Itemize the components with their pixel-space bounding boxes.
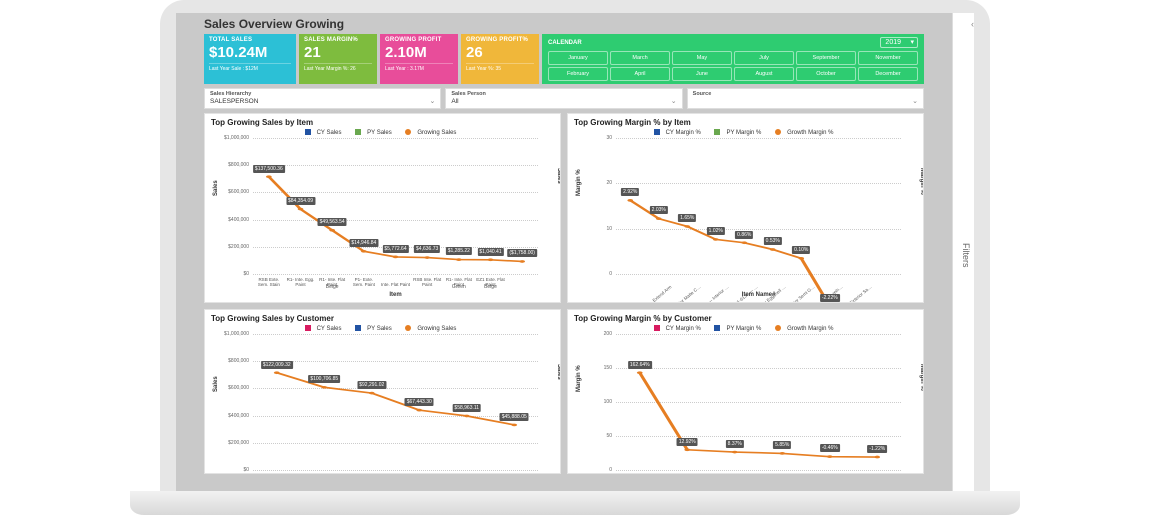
y2-axis-label: Growth Margin % [919, 364, 924, 392]
slicer-label: Sales Person [451, 91, 676, 97]
slicer-sales-hierarchy[interactable]: Sales Hierarchy SALESPERSON ⌄ [204, 88, 441, 109]
kpi-sub: Last Year Sale : $12M [209, 63, 291, 72]
month-option[interactable]: August [734, 67, 794, 81]
y2-axis-label: Growth Margin % [919, 168, 924, 196]
kpi-total-sales[interactable]: TOTAL SALES $10.24M Last Year Sale : $12… [204, 34, 296, 84]
kpi-sub: Last Year Margin %: 26 [304, 63, 372, 72]
slicer-label: Sales Hierarchy [210, 91, 435, 97]
chart-legend: CY Margin % PY Margin % Growth Margin % [574, 129, 917, 136]
month-grid: January March May July September Novembe… [548, 51, 918, 81]
chart-top-growing-margin-by-item[interactable]: Top Growing Margin % by Item CY Margin %… [567, 113, 924, 303]
kpi-value: 21 [304, 44, 372, 61]
month-option[interactable]: February [548, 67, 608, 81]
calendar-label: CALENDAR [548, 40, 582, 46]
month-option[interactable]: December [858, 67, 918, 81]
kpi-value: $10.24M [209, 44, 291, 61]
month-option[interactable]: June [672, 67, 732, 81]
kpi-label: SALES MARGIN% [304, 37, 372, 43]
y-axis-label: Sales [213, 376, 219, 392]
x-axis-label: Item [389, 292, 401, 298]
y2-axis-label: Growing Sales [556, 168, 561, 196]
y-axis-label: Margin % [576, 169, 582, 196]
x-axis: Item RSB Exte. Sem. StainR1- Inte. Egg. … [253, 274, 538, 288]
slicer-source[interactable]: Source ⌄ [687, 88, 924, 109]
laptop-mockup: ‹ Filters Sales Overview Growing TOTAL S… [160, 0, 990, 515]
y-axis-label: Sales [213, 180, 219, 196]
kpi-growing-profit[interactable]: GROWING PROFIT 2.10M Last Year : 3.17M [380, 34, 458, 84]
chart-top-growing-margin-by-customer[interactable]: Top Growing Margin % by Customer CY Marg… [567, 309, 924, 474]
chevron-left-icon: ‹ [971, 19, 974, 29]
x-axis [616, 470, 901, 474]
chevron-down-icon: ⌄ [912, 97, 918, 105]
chart-title: Top Growing Margin % by Customer [574, 314, 917, 323]
month-option[interactable]: March [610, 51, 670, 65]
slicer-row: Sales Hierarchy SALESPERSON ⌄ Sales Pers… [204, 88, 924, 109]
chart-top-growing-sales-by-customer[interactable]: Top Growing Sales by Customer CY Sales P… [204, 309, 561, 474]
slicer-sales-person[interactable]: Sales Person All ⌄ [445, 88, 682, 109]
kpi-value: 2.10M [385, 44, 453, 61]
kpi-sub: Last Year : 3.17M [385, 63, 453, 72]
month-option[interactable]: July [734, 51, 794, 65]
chevron-down-icon: ⌄ [429, 97, 435, 105]
slicer-label: Source [693, 91, 918, 97]
y-axis: Sales $0$200,000$400,000$600,000$800,000… [211, 138, 251, 274]
y-axis: Margin % 0102030 [574, 138, 614, 274]
calendar-slicer[interactable]: CALENDAR 2019 January March May July Sep… [542, 34, 924, 84]
x-axis [253, 470, 538, 474]
kpi-label: GROWING PROFIT% [466, 37, 534, 43]
year-dropdown[interactable]: 2019 [880, 37, 918, 48]
chevron-down-icon: ⌄ [671, 97, 677, 105]
kpi-label: GROWING PROFIT [385, 37, 453, 43]
y2-axis-label: Growing Sales [556, 364, 561, 392]
y-axis: Margin % 050100150200 [574, 334, 614, 470]
filters-label: Filters [961, 243, 971, 268]
filters-pane-toggle[interactable]: ‹ Filters [952, 13, 974, 491]
chart-top-growing-sales-by-item[interactable]: Top Growing Sales by Item CY Sales PY Sa… [204, 113, 561, 303]
kpi-growing-profit-pct[interactable]: GROWING PROFIT% 26 Last Year %: 35 [461, 34, 539, 84]
month-option[interactable]: November [858, 51, 918, 65]
kpi-row: TOTAL SALES $10.24M Last Year Sale : $12… [204, 34, 924, 84]
chart-title: Top Growing Margin % by Item [574, 118, 917, 127]
month-option[interactable]: January [548, 51, 608, 65]
month-option[interactable]: April [610, 67, 670, 81]
page-title: Sales Overview Growing [204, 17, 924, 31]
chart-title: Top Growing Sales by Item [211, 118, 554, 127]
y-axis-label: Margin % [576, 365, 582, 392]
kpi-label: TOTAL SALES [209, 37, 291, 43]
slicer-value: All [451, 98, 676, 105]
y-axis: Sales $0$200,000$400,000$600,000$800,000… [211, 334, 251, 470]
chart-legend: CY Sales PY Sales Growing Sales [211, 129, 554, 136]
month-option[interactable]: October [796, 67, 856, 81]
month-option[interactable]: May [672, 51, 732, 65]
slicer-value: SALESPERSON [210, 98, 435, 105]
laptop-base [130, 491, 1020, 515]
month-option[interactable]: September [796, 51, 856, 65]
chart-legend: CY Sales PY Sales Growing Sales [211, 325, 554, 332]
x-axis: Item Name# P1-6020 — Interior … - Extend… [616, 274, 901, 288]
chart-title: Top Growing Sales by Customer [211, 314, 554, 323]
kpi-value: 26 [466, 44, 534, 61]
kpi-sales-margin[interactable]: SALES MARGIN% 21 Last Year Margin %: 26 [299, 34, 377, 84]
chart-legend: CY Margin % PY Margin % Growth Margin % [574, 325, 917, 332]
kpi-sub: Last Year %: 35 [466, 63, 534, 72]
